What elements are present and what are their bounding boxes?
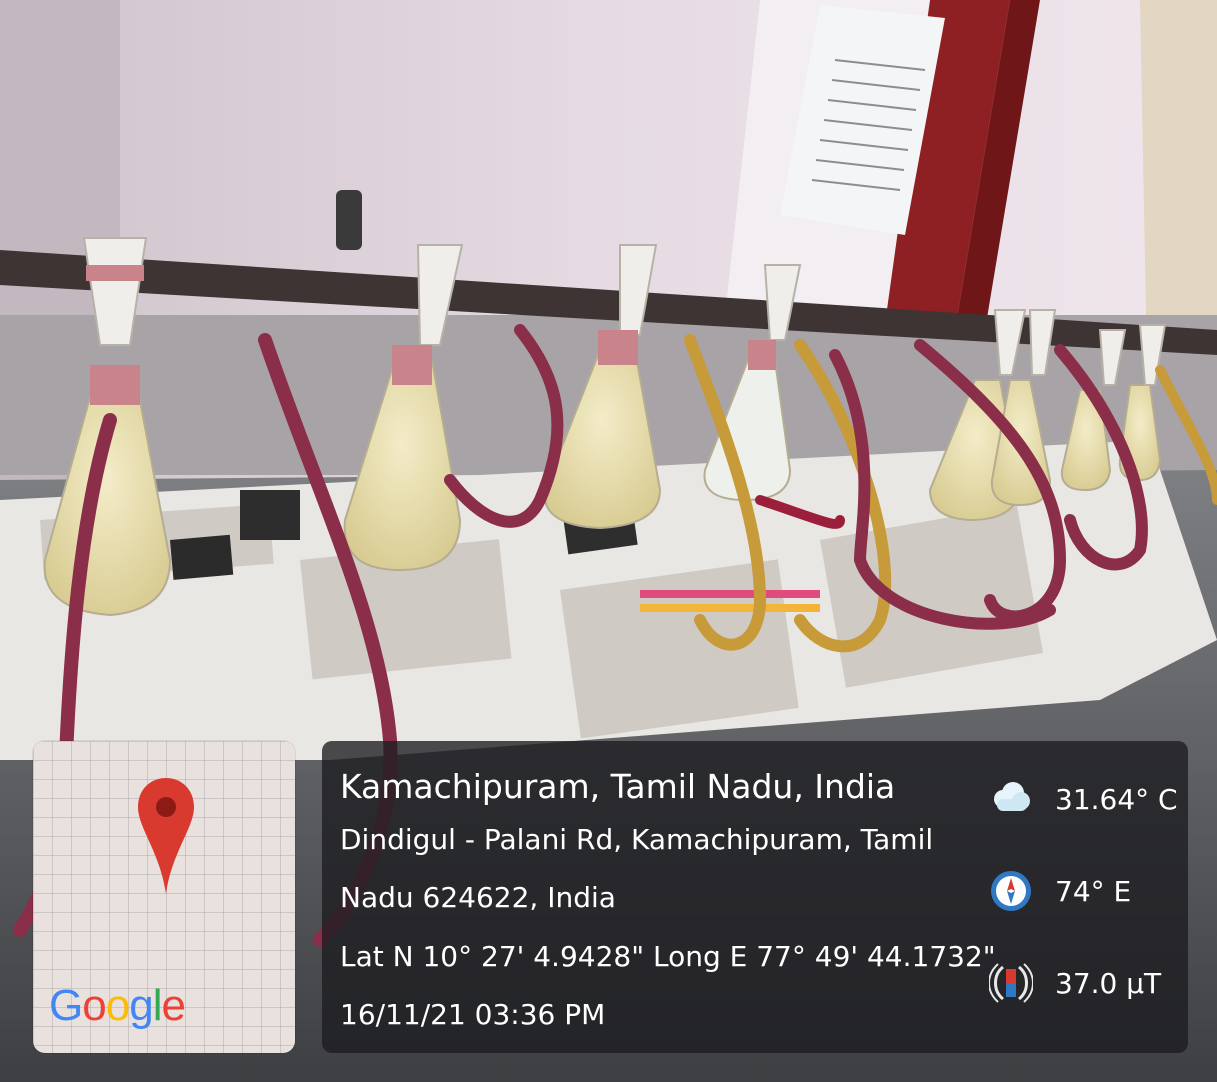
- google-logo: Google: [49, 981, 186, 1030]
- magnet-icon: [989, 963, 1033, 1003]
- gps-info-panel: Kamachipuram, Tamil Nadu, India Dindigul…: [322, 741, 1188, 1053]
- address-line-2: Nadu 624622, India: [340, 881, 616, 914]
- map-thumbnail: Google: [33, 741, 295, 1053]
- gps-coordinates: Lat N 10° 27' 4.9428" Long E 77° 49' 44.…: [340, 940, 996, 973]
- cloud-icon: [994, 782, 1030, 811]
- magnetic-field-value: 37.0 μT: [1055, 966, 1162, 1000]
- capture-datetime: 16/11/21 03:36 PM: [340, 998, 606, 1031]
- compass-icon: [991, 871, 1031, 911]
- direction-value: 74° E: [1055, 874, 1132, 908]
- magnetic-field-row: 37.0 μT: [989, 961, 1161, 1005]
- location-title: Kamachipuram, Tamil Nadu, India: [340, 767, 896, 806]
- address-line-1: Dindigul - Palani Rd, Kamachipuram, Tami…: [340, 823, 934, 856]
- map-pin-icon: [138, 778, 194, 894]
- temperature-value: 31.64° C: [1055, 782, 1178, 816]
- direction-row: 74° E: [989, 869, 1131, 913]
- temperature-row: 31.64° C: [989, 777, 1178, 821]
